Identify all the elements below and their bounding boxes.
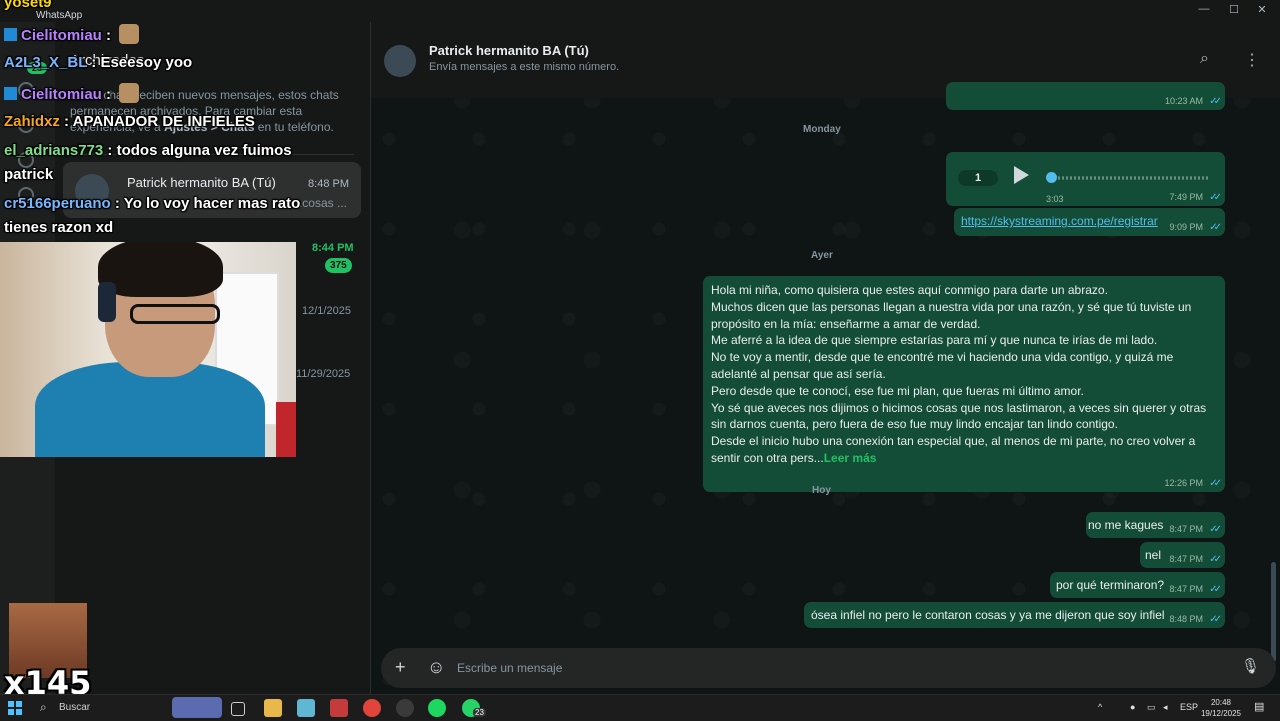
read-ticks-icon: ✓✓ bbox=[1209, 554, 1222, 565]
emote-icon bbox=[119, 83, 140, 103]
search-highlight-image bbox=[172, 697, 222, 718]
chat-time: 8:48 PM bbox=[308, 178, 349, 190]
message-time: 8:47 PM bbox=[1169, 584, 1203, 594]
app-icon[interactable] bbox=[297, 699, 315, 717]
message-text: nel bbox=[1145, 548, 1162, 562]
conversation-pane: Patrick hermanito BA (Tú) Envía mensajes… bbox=[371, 22, 1280, 694]
read-ticks-icon: ✓✓ bbox=[1209, 96, 1222, 107]
waveform[interactable] bbox=[1050, 176, 1210, 180]
message-text: por qué terminaron? bbox=[1056, 578, 1165, 592]
chat-name: Patrick hermanito BA (Tú) bbox=[127, 175, 276, 190]
tray-overflow-icon[interactable]: ^ bbox=[1098, 702, 1102, 712]
text-message[interactable]: no me kagues 8:47 PM ✓✓ bbox=[1086, 512, 1225, 538]
read-ticks-icon: ✓✓ bbox=[1209, 478, 1222, 489]
playback-speed-button[interactable]: 1 bbox=[958, 170, 998, 186]
contact-subtitle: Envía mensajes a este mismo número. bbox=[429, 61, 620, 73]
notifications-icon[interactable]: ▤ bbox=[1254, 700, 1264, 713]
app-icon[interactable] bbox=[330, 699, 348, 717]
read-more-link[interactable]: Leer más bbox=[824, 451, 877, 465]
emote-icon bbox=[119, 24, 140, 44]
stream-chat-line: Zahidxz : APANADOR DE INFIELES bbox=[4, 113, 255, 130]
stream-chat-line: el_adrians773 : todos alguna vez fuimos bbox=[4, 142, 292, 159]
message-time: 8:48 PM bbox=[1169, 614, 1203, 624]
maximize-button[interactable]: ☐ bbox=[1224, 3, 1244, 16]
menu-icon[interactable]: ⋮ bbox=[1244, 50, 1260, 70]
scrollbar[interactable] bbox=[1271, 562, 1276, 662]
message-composer[interactable]: + ☺ Escribe un mensaje 🎙 bbox=[381, 648, 1276, 688]
windows-start-icon[interactable] bbox=[8, 701, 22, 715]
task-view-icon[interactable] bbox=[231, 702, 245, 716]
unread-badge: 375 bbox=[325, 258, 352, 273]
sub-badge-icon bbox=[4, 28, 17, 41]
message-time: 8:47 PM bbox=[1169, 554, 1203, 564]
message-link[interactable]: https://skystreaming.com.pe/registrar bbox=[961, 214, 1158, 228]
read-ticks-icon: ✓✓ bbox=[1209, 192, 1222, 203]
attach-plus-icon[interactable]: + bbox=[395, 657, 406, 678]
read-ticks-icon: ✓✓ bbox=[1209, 584, 1222, 595]
message-text: no me kagues bbox=[1088, 518, 1164, 532]
stream-chat-line: cr5166peruano : Yo lo voy hacer mas rato bbox=[4, 195, 301, 212]
seek-handle[interactable] bbox=[1046, 172, 1057, 183]
message-time: 10:23 AM bbox=[1164, 96, 1203, 106]
stream-chat-line: yoset9 bbox=[4, 0, 52, 11]
whatsapp-badge: 23 bbox=[473, 708, 486, 717]
text-message[interactable]: Hola mi niña, como quisiera que estes aq… bbox=[703, 276, 1225, 492]
spotify-icon[interactable] bbox=[428, 699, 446, 717]
search-label: Buscar bbox=[59, 702, 91, 713]
webcam-overlay bbox=[0, 242, 296, 457]
date-separator: Hoy bbox=[812, 485, 831, 496]
link-message: https://skystreaming.com.pe/registrar 9:… bbox=[954, 208, 1225, 236]
read-ticks-icon: ✓✓ bbox=[1209, 524, 1222, 535]
voice-duration: 3:03 bbox=[1046, 194, 1064, 204]
sub-badge-icon bbox=[4, 87, 17, 100]
microphone-icon[interactable]: 🎙 bbox=[1241, 657, 1260, 675]
date-separator: Monday bbox=[803, 124, 841, 135]
text-message[interactable]: por qué terminaron? 8:47 PM ✓✓ bbox=[1050, 572, 1225, 598]
stream-chat-line: tienes razon xd bbox=[4, 219, 114, 236]
stream-chat-line: Cielitomiau : bbox=[4, 24, 140, 44]
title-bar: WhatsApp — ☐ ✕ bbox=[0, 0, 1280, 22]
red-object bbox=[276, 402, 296, 457]
system-clock[interactable]: 20:48 19/12/2025 bbox=[1196, 697, 1246, 719]
close-button[interactable]: ✕ bbox=[1252, 3, 1272, 16]
headset bbox=[98, 282, 116, 322]
search-icon[interactable]: ⌕ bbox=[1200, 50, 1209, 68]
mic-icon[interactable]: ● bbox=[1130, 702, 1135, 712]
text-message[interactable]: ósea infiel no pero le contaron cosas y … bbox=[804, 602, 1225, 628]
stream-chat-line: A2L3_X_BL : Eseesoy yoo bbox=[4, 54, 193, 71]
search-icon: ⌕ bbox=[40, 700, 47, 714]
contact-avatar[interactable] bbox=[384, 45, 416, 77]
read-ticks-icon: ✓✓ bbox=[1209, 614, 1222, 625]
read-ticks-icon: ✓✓ bbox=[1209, 222, 1222, 233]
message-time: 7:49 PM bbox=[1169, 192, 1203, 202]
media-message[interactable]: 10:23 AM ✓✓ bbox=[946, 82, 1225, 110]
stream-chat-line: Cielitomiau : bbox=[4, 83, 140, 103]
message-time: 9:09 PM bbox=[1169, 222, 1203, 232]
taskbar-search[interactable]: ⌕ Buscar bbox=[32, 697, 222, 718]
glasses bbox=[130, 304, 220, 324]
taskbar: ⌕ Buscar 23 ^ ● ▭ ◂ ESP 20:48 19/12/2025… bbox=[0, 694, 1280, 721]
date-separator: Ayer bbox=[811, 250, 833, 261]
obs-icon[interactable] bbox=[396, 699, 414, 717]
stream-chat-line: patrick bbox=[4, 166, 54, 183]
message-input[interactable]: Escribe un mensaje bbox=[457, 661, 562, 675]
text-message[interactable]: nel 8:47 PM ✓✓ bbox=[1140, 542, 1225, 568]
message-time: 8:47 PM bbox=[1169, 524, 1203, 534]
minimize-button[interactable]: — bbox=[1194, 3, 1214, 15]
streamer-hair bbox=[98, 242, 223, 297]
app-title: WhatsApp bbox=[36, 10, 83, 21]
message-text: ósea infiel no pero le contaron cosas y … bbox=[811, 608, 1165, 622]
network-icon[interactable]: ▭ bbox=[1147, 702, 1156, 713]
play-icon[interactable] bbox=[1014, 166, 1029, 184]
contact-name[interactable]: Patrick hermanito BA (Tú) bbox=[429, 43, 589, 58]
file-explorer-icon[interactable] bbox=[264, 699, 282, 717]
chrome-icon[interactable] bbox=[363, 699, 381, 717]
volume-icon[interactable]: ◂ bbox=[1163, 702, 1168, 713]
emoji-icon[interactable]: ☺ bbox=[427, 657, 445, 678]
message-time: 12:26 PM bbox=[1164, 478, 1203, 488]
message-text: Hola mi niña, como quisiera que estes aq… bbox=[711, 283, 1207, 465]
voice-message[interactable]: 1 3:03 7:49 PM ✓✓ bbox=[946, 152, 1225, 206]
